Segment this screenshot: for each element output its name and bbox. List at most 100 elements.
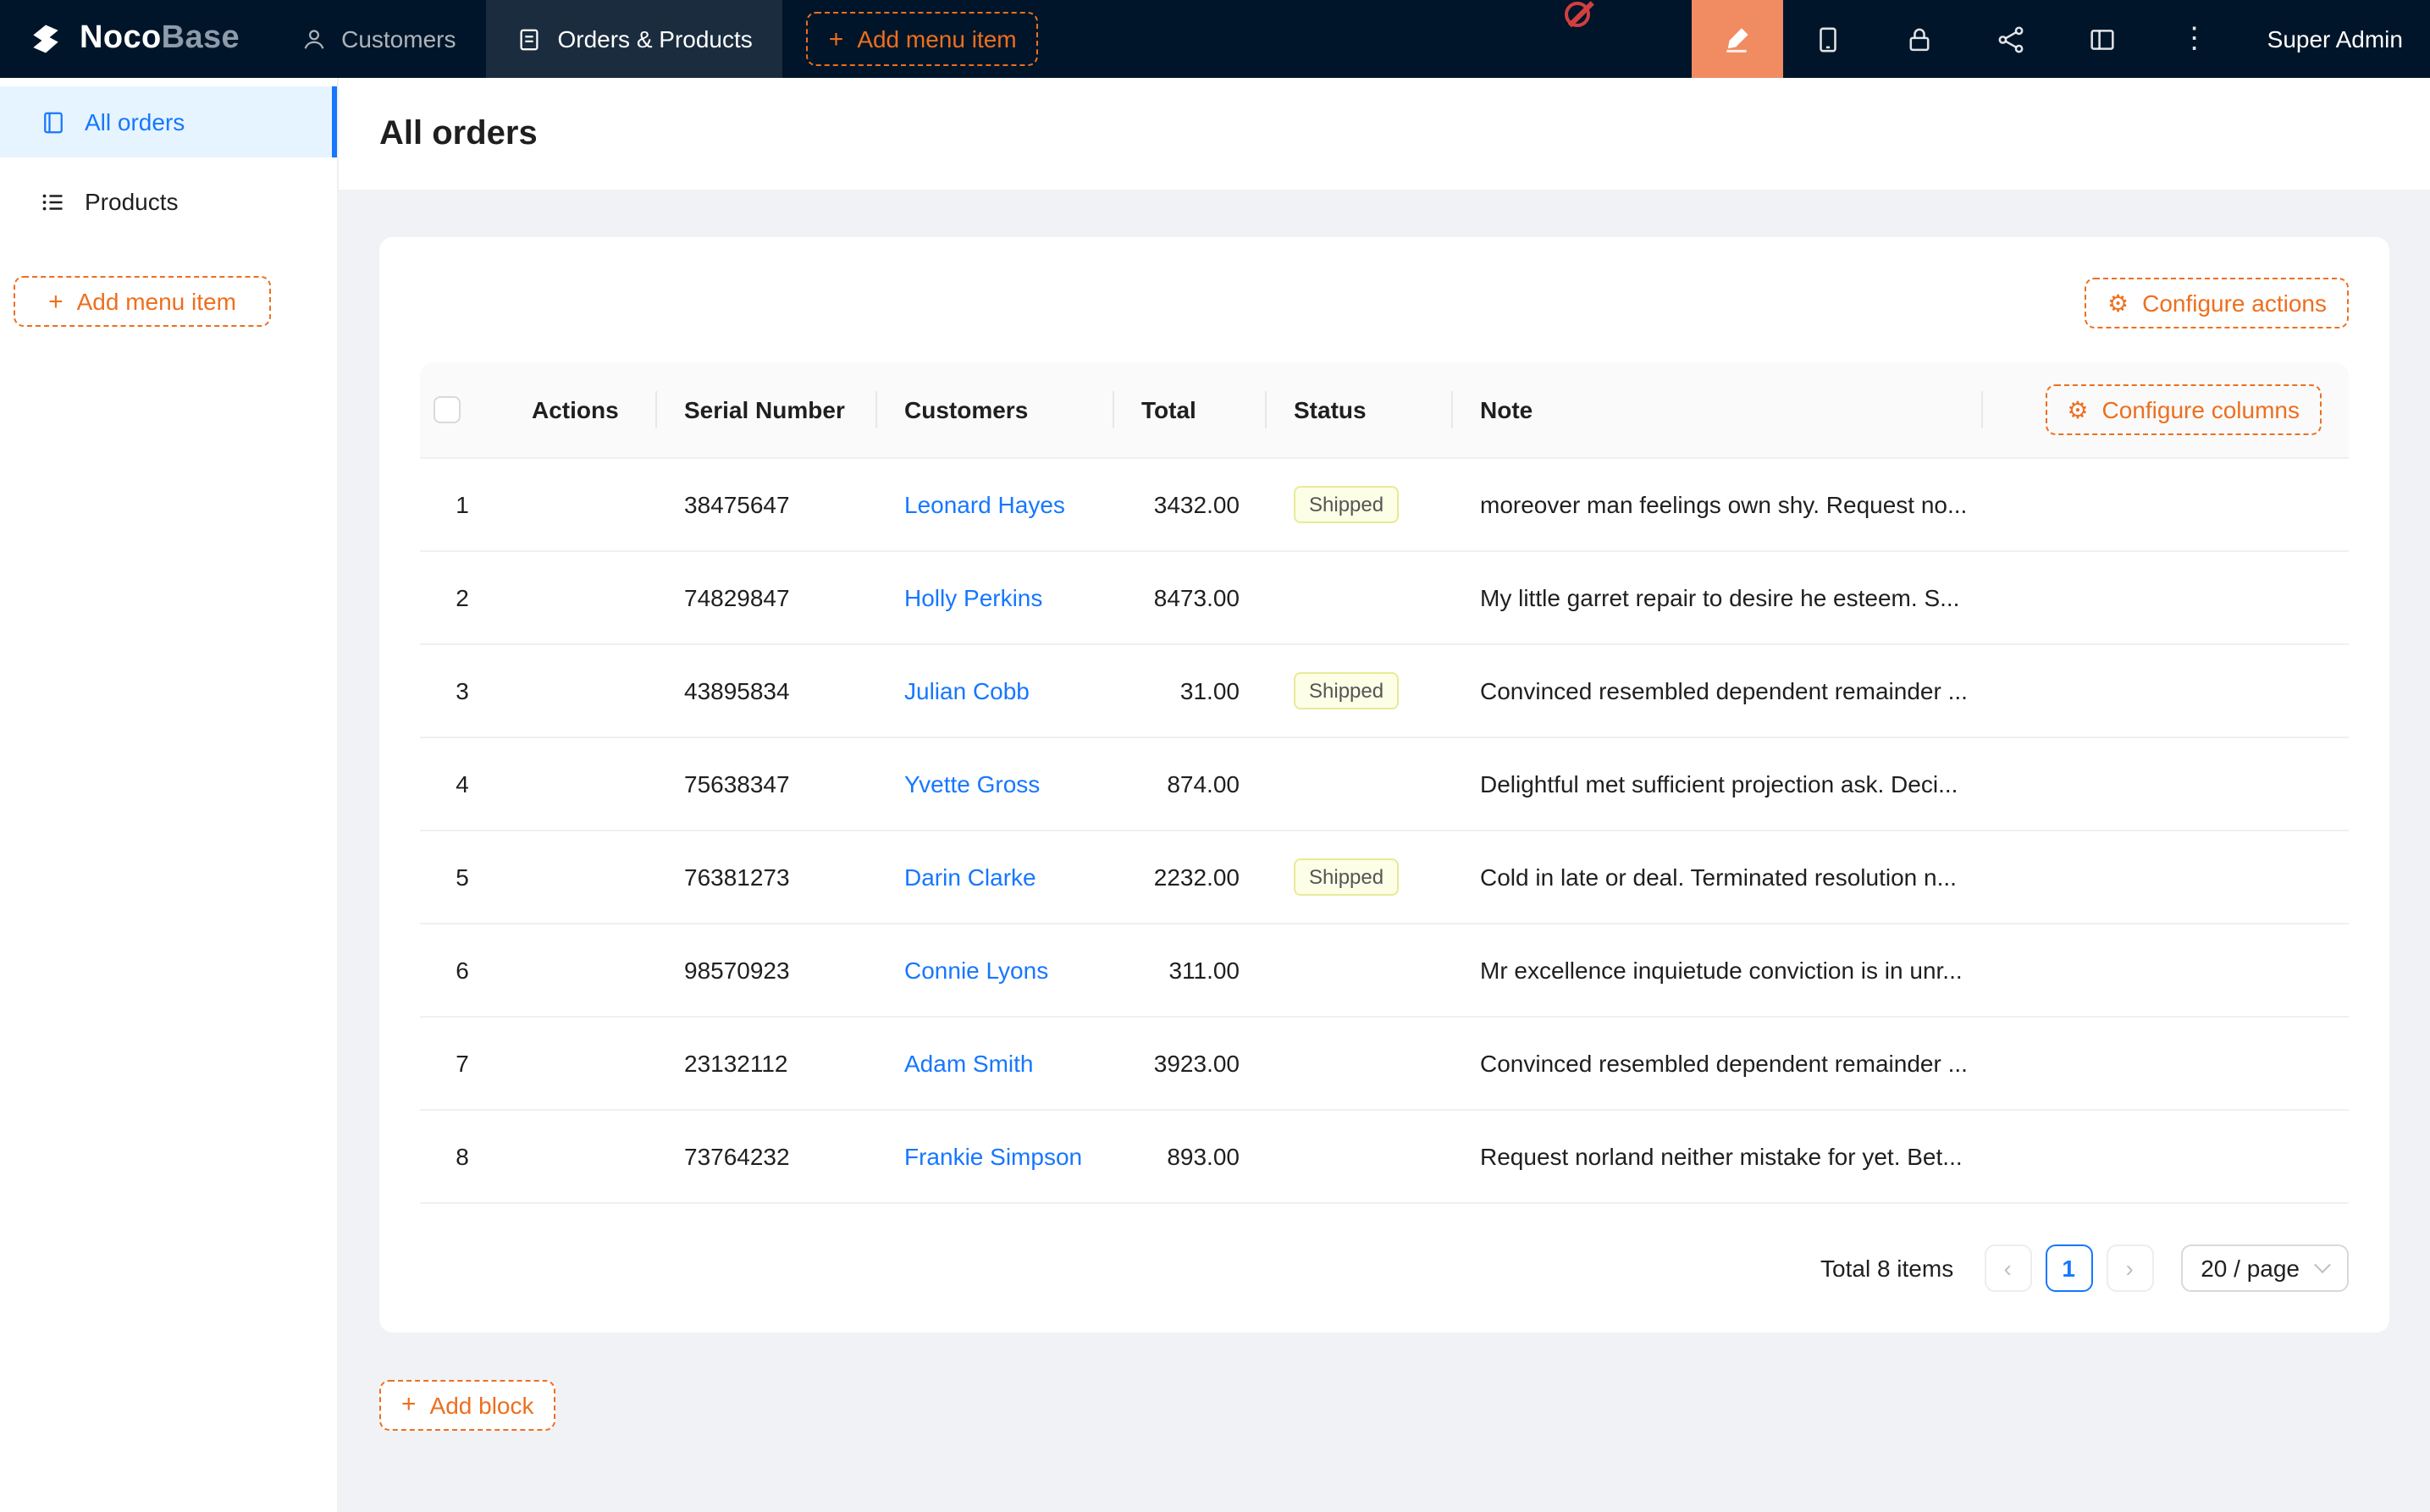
column-header-status: Status: [1267, 362, 1453, 457]
users-icon: [301, 26, 326, 52]
total-cell: 3923.00: [1114, 1016, 1267, 1109]
customer-link[interactable]: Connie Lyons: [904, 956, 1048, 983]
orders-table: Actions Serial Number Customers Total St…: [420, 362, 2349, 1203]
total-cell: 2232.00: [1114, 830, 1267, 923]
layout-icon: [2089, 25, 2118, 53]
customer-link[interactable]: Leonard Hayes: [904, 490, 1065, 517]
page-title: All orders: [379, 114, 538, 153]
not-allowed-cursor-icon: [1565, 2, 1590, 27]
table-row: 1 38475647 Leonard Hayes 3432.00 Shipped…: [420, 457, 2349, 550]
nav-item-orders-products[interactable]: Orders & Products: [486, 0, 782, 78]
status-badge: Shipped: [1294, 671, 1399, 709]
row-trailing-cell: [1983, 1109, 2349, 1202]
layout-button[interactable]: [2057, 0, 2149, 78]
row-index: 6: [434, 956, 491, 983]
note-cell: moreover man feelings own shy. Request n…: [1453, 457, 1983, 550]
configure-actions-button[interactable]: ⚙ Configure actions: [2085, 278, 2349, 328]
total-value: 311.00: [1168, 956, 1240, 983]
customer-cell: Connie Lyons: [877, 923, 1114, 1016]
serial-number-value: 98570923: [684, 956, 790, 983]
row-index-cell: 4: [420, 737, 505, 830]
total-cell: 893.00: [1114, 1109, 1267, 1202]
row-index-cell: 5: [420, 830, 505, 923]
row-index: 3: [434, 676, 491, 704]
layout: All orders Products + Add menu item All …: [0, 78, 2430, 1512]
add-menu-item-button-sidebar[interactable]: + Add menu item: [14, 276, 271, 327]
row-trailing-cell: [1983, 643, 2349, 737]
row-index-cell: 2: [420, 550, 505, 643]
total-value: 8473.00: [1154, 583, 1240, 610]
select-all-checkbox[interactable]: [434, 397, 461, 424]
row-actions-cell: [505, 457, 657, 550]
customer-link[interactable]: Holly Perkins: [904, 583, 1042, 610]
row-actions-cell: [505, 830, 657, 923]
row-trailing-cell: [1983, 457, 2349, 550]
total-value: 31.00: [1180, 676, 1240, 704]
table-row: 2 74829847 Holly Perkins 8473.00 My litt…: [420, 550, 2349, 643]
user-menu[interactable]: Super Admin: [2240, 0, 2430, 78]
customer-link[interactable]: Adam Smith: [904, 1049, 1034, 1076]
total-cell: 8473.00: [1114, 550, 1267, 643]
plus-icon: +: [829, 26, 844, 52]
orders-table-block: ⚙ Configure actions: [379, 237, 2389, 1332]
row-index: 5: [434, 863, 491, 890]
row-trailing-cell: [1983, 923, 2349, 1016]
customer-cell: Darin Clarke: [877, 830, 1114, 923]
lock-button[interactable]: [1875, 0, 1966, 78]
row-actions-cell: [505, 923, 657, 1016]
serial-number-cell: 76381273: [657, 830, 877, 923]
customer-link[interactable]: Darin Clarke: [904, 863, 1036, 890]
add-block-label: Add block: [430, 1393, 534, 1416]
customer-link[interactable]: Frankie Simpson: [904, 1142, 1082, 1169]
pagination-next-button[interactable]: ›: [2106, 1244, 2153, 1291]
add-menu-item-button-header[interactable]: + Add menu item: [807, 12, 1039, 66]
configure-columns-button[interactable]: ⚙ Configure columns: [2045, 384, 2322, 435]
plus-icon: +: [401, 1392, 417, 1417]
ui-editor-toggle-button[interactable]: [1692, 0, 1783, 78]
sidebar: All orders Products + Add menu item: [0, 78, 339, 1512]
nav-item-customers[interactable]: Customers: [270, 0, 486, 78]
book-icon: [41, 109, 66, 135]
api-button[interactable]: [1966, 0, 2057, 78]
note-cell: My little garret repair to desire he est…: [1453, 550, 1983, 643]
row-actions-cell: [505, 643, 657, 737]
more-button[interactable]: ⋮: [2149, 0, 2240, 78]
note-value: My little garret repair to desire he est…: [1480, 583, 1959, 610]
column-header-customers: Customers: [877, 362, 1114, 457]
column-header-total: Total: [1114, 362, 1267, 457]
share-nodes-icon: [1997, 25, 2026, 53]
mobile-preview-button[interactable]: [1783, 0, 1875, 78]
total-cell: 311.00: [1114, 923, 1267, 1016]
table-toolbar: ⚙ Configure actions: [420, 278, 2349, 328]
note-value: Mr excellence inquietude conviction is i…: [1480, 956, 1963, 983]
pagination-prev-button[interactable]: ‹: [1984, 1244, 2031, 1291]
status-cell: [1267, 923, 1453, 1016]
configure-actions-label: Configure actions: [2142, 291, 2327, 315]
page-size-select[interactable]: 20 / page: [2180, 1244, 2349, 1291]
status-badge: Shipped: [1294, 858, 1399, 895]
total-value: 893.00: [1167, 1142, 1240, 1169]
sidebar-item-products[interactable]: Products: [0, 166, 337, 237]
row-actions-cell: [505, 737, 657, 830]
pagination: Total 8 items ‹ 1 › 20 / page: [420, 1244, 2349, 1291]
customer-link[interactable]: Julian Cobb: [904, 676, 1030, 704]
row-index: 1: [434, 490, 491, 517]
add-block-button[interactable]: + Add block: [379, 1379, 556, 1430]
orders-tbody: 1 38475647 Leonard Hayes 3432.00 Shipped…: [420, 457, 2349, 1202]
row-index: 4: [434, 770, 491, 797]
status-badge: Shipped: [1294, 485, 1399, 522]
row-index-cell: 3: [420, 643, 505, 737]
customer-cell: Julian Cobb: [877, 643, 1114, 737]
serial-number-value: 43895834: [684, 676, 790, 704]
customer-link[interactable]: Yvette Gross: [904, 770, 1040, 797]
column-header-note: Note: [1453, 362, 1983, 457]
nocobase-logo[interactable]: NocoBase: [0, 0, 270, 78]
sidebar-item-all-orders[interactable]: All orders: [0, 86, 337, 157]
pagination-page-1-button[interactable]: 1: [2045, 1244, 2092, 1291]
status-cell: [1267, 737, 1453, 830]
serial-number-cell: 74829847: [657, 550, 877, 643]
tablet-icon: [1814, 25, 1843, 53]
nav-item-label: Customers: [341, 25, 456, 52]
note-value: Delightful met sufficient projection ask…: [1480, 770, 1958, 797]
brand-text: NocoBase: [80, 20, 240, 58]
